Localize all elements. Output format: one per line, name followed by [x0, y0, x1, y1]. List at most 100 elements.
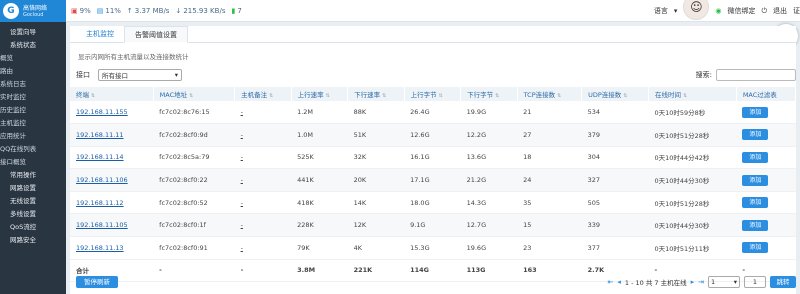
- sort-icon[interactable]: ⇅: [91, 93, 95, 99]
- mac-filter-cell: 添加: [736, 146, 796, 170]
- wechat-bind-link[interactable]: 微信绑定: [727, 6, 755, 16]
- prev-page-icon[interactable]: ◂: [617, 278, 621, 286]
- column-header[interactable]: 上行速率 ⇅: [291, 87, 349, 101]
- column-header[interactable]: MAC地址 ⇅: [153, 87, 236, 101]
- add-mac-filter-button[interactable]: 添加: [742, 151, 769, 163]
- sidebar-item[interactable]: 历史监控: [0, 104, 66, 117]
- ip-cell[interactable]: 192.168.11.105: [70, 213, 154, 238]
- sidebar-section[interactable]: QoS流控: [0, 221, 66, 234]
- sort-icon[interactable]: ⇅: [683, 93, 687, 99]
- language-dropdown-icon[interactable]: ▾: [674, 7, 678, 15]
- mac-cell: fc7c02:8cf0:1f: [153, 213, 235, 238]
- jump-button[interactable]: 跳转: [770, 276, 796, 288]
- chevron-down-icon: ▾: [733, 278, 737, 286]
- add-mac-filter-button[interactable]: 添加: [742, 242, 769, 254]
- column-header-label: 下行字节: [467, 91, 494, 99]
- sidebar-section[interactable]: 网路设置: [0, 182, 66, 195]
- add-mac-filter-button[interactable]: 添加: [742, 129, 769, 141]
- column-header[interactable]: 在线时间 ⇅: [648, 87, 737, 101]
- sort-icon[interactable]: ⇅: [439, 93, 443, 99]
- cpu-value: 9%: [79, 6, 91, 15]
- language-menu[interactable]: 语言: [654, 6, 668, 16]
- table-row: 192.168.11.155 fc7c02:8c76:15-1.2M 88K 26.4…: [70, 101, 796, 125]
- search-area: 搜索:: [696, 69, 796, 81]
- column-header[interactable]: MAC过滤表: [736, 87, 797, 101]
- avatar[interactable]: ☺: [683, 0, 710, 20]
- table-row: 192.168.11.12 fc7c02:8cf0:52-418K 14K 18.0G…: [70, 191, 796, 215]
- sort-icon[interactable]: ⇅: [382, 93, 386, 99]
- ip-cell[interactable]: 192.168.11.106: [70, 168, 154, 192]
- pause-refresh-button[interactable]: 暂停刷新: [76, 276, 118, 288]
- sort-icon[interactable]: ⇅: [269, 93, 273, 99]
- note-cell[interactable]: -: [234, 236, 292, 260]
- first-page-icon[interactable]: ⇤: [608, 278, 614, 286]
- interface-select[interactable]: 所有接口 ▾: [98, 69, 182, 81]
- column-header[interactable]: 下行字节 ⇅: [460, 87, 518, 101]
- sort-icon[interactable]: ⇅: [557, 93, 561, 99]
- logout-link[interactable]: 退出: [773, 6, 787, 16]
- mem-stat: ▤ 11%: [97, 7, 121, 15]
- column-header-label: 上行速率: [297, 91, 324, 99]
- mac-filter-cell: 添加: [736, 101, 796, 125]
- column-header[interactable]: TCP连接数 ⇅: [517, 87, 583, 101]
- column-header[interactable]: 终端 ⇅: [70, 87, 154, 101]
- search-input[interactable]: [716, 69, 796, 81]
- tab-alarm-threshold[interactable]: 告警阈值设置: [124, 26, 188, 43]
- sort-icon[interactable]: ⇅: [326, 93, 330, 99]
- search-label: 搜索:: [695, 71, 712, 79]
- sidebar-item[interactable]: 应用统计: [0, 130, 66, 143]
- ip-cell[interactable]: 192.168.11.12: [70, 191, 154, 215]
- column-header[interactable]: UDP连接数 ⇅: [581, 87, 649, 101]
- sidebar-section[interactable]: 多线设置: [0, 208, 66, 221]
- online-time-cell: 0天10时44分30秒: [648, 168, 737, 192]
- note-cell[interactable]: -: [234, 213, 292, 238]
- ip-cell[interactable]: 192.168.11.11: [70, 123, 154, 147]
- pagination: ⇤ ◂ 1 - 10 共 7 主机在线 ▸ ⇥ 1 ▾ 1 跳转: [608, 276, 796, 288]
- note-cell[interactable]: -: [234, 191, 292, 215]
- sidebar-section[interactable]: 系统状态: [0, 39, 66, 52]
- tcp-cell: 18: [517, 146, 582, 170]
- mac-cell: fc7c02:8c5a:79: [153, 146, 235, 170]
- logout-icon[interactable]: ⏻: [761, 7, 767, 16]
- chevron-down-icon: ▾: [174, 71, 178, 79]
- sort-icon[interactable]: ⇅: [623, 93, 627, 99]
- add-mac-filter-button[interactable]: 添加: [742, 219, 769, 231]
- page-size-select[interactable]: 1 ▾: [708, 276, 740, 288]
- mac-cell: fc7c02:8cf0:52: [153, 191, 235, 215]
- sort-icon[interactable]: ⇅: [495, 93, 499, 99]
- ip-cell[interactable]: 192.168.11.13: [70, 236, 154, 260]
- sidebar-item[interactable]: 系统日志: [0, 78, 66, 91]
- up-rate-cell: 441K: [291, 168, 348, 192]
- ip-cell[interactable]: 192.168.11.155: [70, 101, 154, 125]
- column-header[interactable]: 上行字节 ⇅: [404, 87, 462, 101]
- add-mac-filter-button[interactable]: 添加: [742, 106, 769, 118]
- sidebar-section[interactable]: 设置向导: [0, 26, 66, 39]
- note-cell[interactable]: -: [234, 146, 292, 170]
- sidebar-item[interactable]: 概览: [0, 52, 66, 65]
- last-page-icon[interactable]: ⇥: [698, 278, 704, 286]
- sort-icon[interactable]: ⇅: [189, 93, 193, 99]
- sidebar-section[interactable]: 网路安全: [0, 234, 66, 247]
- tab-host-monitor[interactable]: 主机监控: [76, 26, 124, 43]
- sidebar-item[interactable]: 接口概览: [0, 156, 66, 169]
- note-cell[interactable]: -: [234, 123, 292, 147]
- add-mac-filter-button[interactable]: 添加: [742, 174, 769, 186]
- sidebar-item[interactable]: 路由: [0, 65, 66, 78]
- note-cell[interactable]: -: [234, 101, 292, 125]
- cert-link[interactable]: 证: [793, 6, 800, 16]
- sidebar-item[interactable]: QQ在线列表: [0, 143, 66, 156]
- page-number-input[interactable]: 1: [744, 276, 766, 288]
- wechat-icon[interactable]: ◉: [715, 7, 721, 15]
- sidebar-section[interactable]: 常用操作: [0, 169, 66, 182]
- memory-icon: ▤: [96, 6, 104, 15]
- sidebar-section[interactable]: 无线设置: [0, 195, 66, 208]
- sidebar-item[interactable]: 实时监控: [0, 91, 66, 104]
- column-header[interactable]: 主机备注 ⇅: [234, 87, 292, 101]
- note-cell[interactable]: -: [234, 168, 292, 192]
- add-mac-filter-button[interactable]: 添加: [742, 197, 769, 209]
- column-header[interactable]: 下行速率 ⇅: [347, 87, 405, 101]
- page-description: 显示内网所有主机流量以及连接数统计: [78, 53, 189, 61]
- sidebar-item[interactable]: 主机监控: [0, 117, 66, 130]
- next-page-icon[interactable]: ▸: [691, 278, 695, 286]
- ip-cell[interactable]: 192.168.11.14: [70, 146, 154, 170]
